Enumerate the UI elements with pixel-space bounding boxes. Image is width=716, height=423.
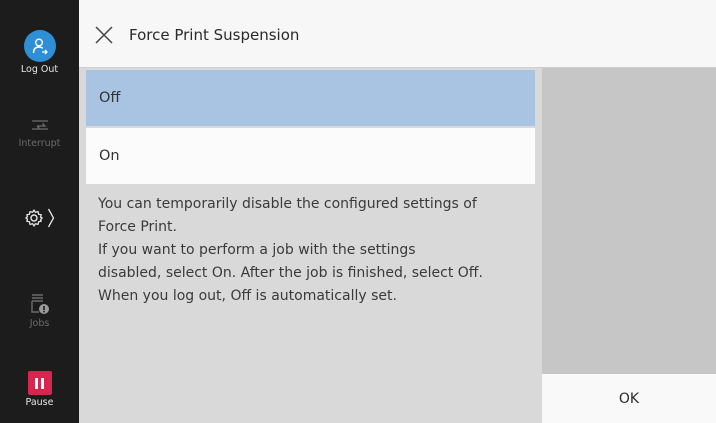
interrupt-label: Interrupt <box>18 138 61 149</box>
description-line: If you want to perform a job with the se… <box>98 242 416 258</box>
pause-icon <box>27 371 52 395</box>
device-settings-button[interactable] <box>0 198 79 238</box>
close-icon[interactable] <box>93 24 115 46</box>
header: Force Print Suspension <box>79 0 716 68</box>
ok-button[interactable]: OK <box>542 374 716 423</box>
description-text: You can temporarily disable the configur… <box>98 193 528 308</box>
description-line: You can temporarily disable the configur… <box>98 196 477 212</box>
page-title: Force Print Suspension <box>129 26 300 44</box>
description-line: Force Print. <box>98 219 177 235</box>
jobs-icon <box>30 294 49 314</box>
interrupt-button[interactable]: Interrupt <box>0 114 79 149</box>
main-panel: Off On You can temporarily disable the c… <box>79 68 542 423</box>
pause-button[interactable]: Pause <box>0 371 79 408</box>
sidebar: Log Out Interrupt Jobs Pause <box>0 0 79 423</box>
interrupt-icon <box>31 120 48 130</box>
gear-icon <box>25 209 43 227</box>
option-off[interactable]: Off <box>86 70 535 126</box>
right-panel: OK <box>542 68 716 423</box>
logout-icon <box>23 30 56 62</box>
jobs-label: Jobs <box>29 318 50 329</box>
logout-button[interactable]: Log Out <box>0 30 79 75</box>
logout-label: Log Out <box>20 64 59 75</box>
description-line: disabled, select On. After the job is fi… <box>98 265 483 281</box>
pause-label: Pause <box>25 397 54 408</box>
option-on[interactable]: On <box>86 128 535 184</box>
jobs-button[interactable]: Jobs <box>0 292 79 329</box>
description-line: When you log out, Off is automatically s… <box>98 288 397 304</box>
chevron-right-icon <box>47 208 55 228</box>
